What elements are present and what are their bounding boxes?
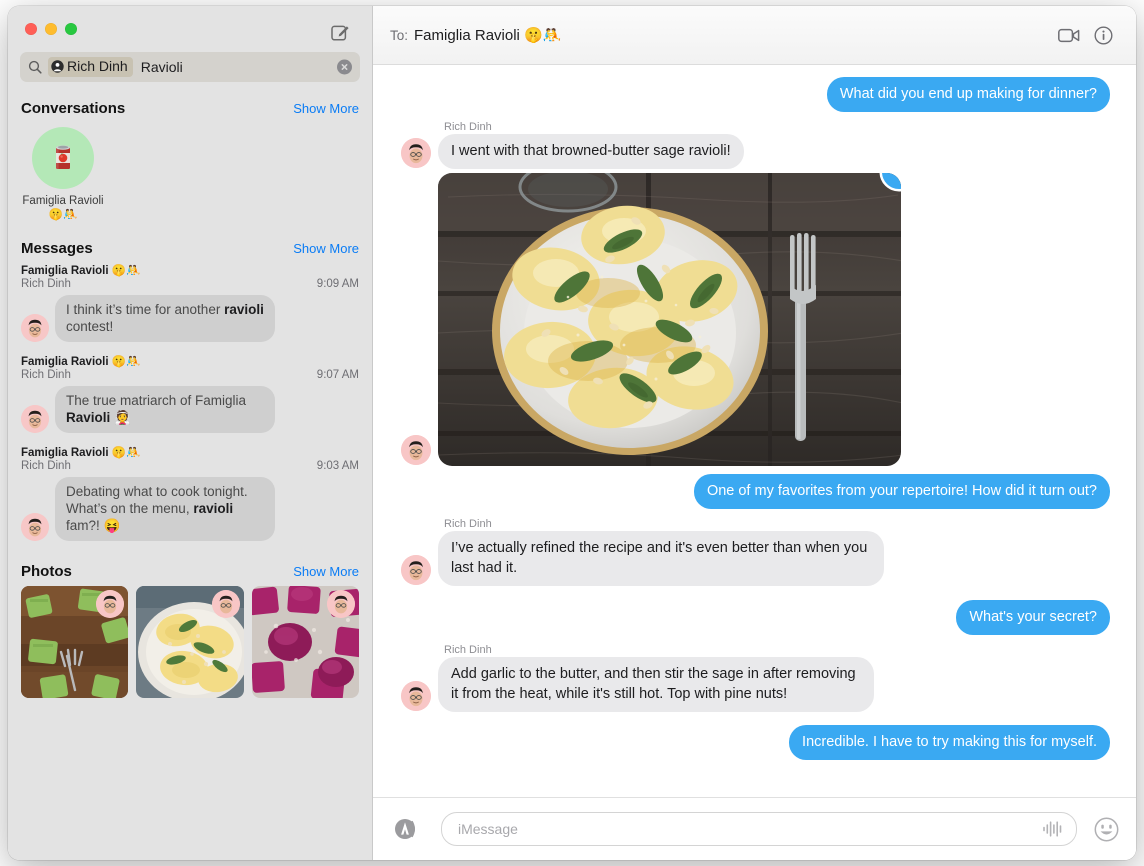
video-camera-icon[interactable] [1052,20,1086,50]
message-row-outgoing: What's your secret? [387,600,1114,635]
message-bubble-outgoing[interactable]: One of my favorites from your repertoire… [693,474,1115,509]
avatar [401,681,431,711]
photos-list [8,586,372,698]
clear-icon[interactable] [337,59,352,75]
traffic-lights [25,23,77,35]
message-row-incoming: Add garlic to the butter, and then stir … [387,657,1110,712]
message-result-sender: Rich Dinh [21,460,71,472]
message-row-image [387,173,1110,466]
avatar [21,513,49,541]
message-bubble-incoming[interactable]: I went with that browned-butter sage rav… [434,134,744,169]
message-bubble-incoming[interactable]: Add garlic to the butter, and then stir … [434,657,874,712]
messages-title: Messages [21,240,93,257]
avatar [401,555,431,585]
message-result-time: 9:07 AM [316,369,359,381]
photos-section-header: Photos Show More [8,563,372,580]
message-composer: iMessage [373,797,1136,860]
message-result-text: Debating what to cook tonight. What’s on… [52,477,275,541]
search-query-text: Ravioli [140,59,183,75]
photos-title: Photos [21,563,72,580]
compose-icon[interactable] [326,18,354,46]
recipient-name[interactable]: Famiglia Ravioli 🤫🤼 [414,26,561,44]
conversations-list: Famiglia Ravioli 🤫🤼 [8,123,372,222]
conversation-pane: To: Famiglia Ravioli 🤫🤼 What did you end… [373,6,1136,860]
emoji-smiley-icon[interactable] [1093,816,1120,843]
avatar [21,314,49,342]
message-row-incoming: I went with that browned-butter sage rav… [387,134,1110,169]
messages-section-header: Messages Show More [8,240,372,257]
message-result-sender: Rich Dinh [21,278,71,290]
person-icon [51,60,64,73]
message-result-time: 9:03 AM [316,460,359,472]
to-label: To: [390,27,409,43]
photo-thumbnail[interactable] [21,586,129,698]
close-button[interactable] [25,23,37,35]
conversations-show-more[interactable]: Show More [293,101,359,116]
message-bubble-incoming[interactable]: I’ve actually refined the recipe and it'… [434,531,884,586]
imessage-placeholder: iMessage [458,821,518,837]
message-sender-name: Rich Dinh [444,121,492,133]
conversation-item-label: Famiglia Ravioli 🤫🤼 [22,195,104,221]
photo-thumbnail[interactable] [136,586,244,698]
message-result-chat: Famiglia Ravioli 🤫🤼 [21,356,141,368]
message-result-text: The true matriarch of Famiglia Ravioli 👰 [52,386,275,433]
photo-sender-badge [326,590,355,618]
message-result-chat: Famiglia Ravioli 🤫🤼 [21,265,141,277]
search-token-person[interactable]: Rich Dinh [48,57,133,77]
conversations-section-header: Conversations Show More [8,100,372,117]
audio-waveform-icon[interactable] [1042,820,1064,838]
message-row-outgoing: What did you end up making for dinner? [387,77,1115,112]
message-result-chat: Famiglia Ravioli 🤫🤼 [21,447,141,459]
message-row-outgoing: Incredible. I have to try making this fo… [387,725,1114,760]
canned-tomato-icon [56,145,70,169]
conversation-item-famiglia-ravioli[interactable]: Famiglia Ravioli 🤫🤼 [21,127,105,222]
photo-thumbnail[interactable] [251,586,359,698]
avatar [401,138,431,168]
search-icon [28,60,42,74]
zoom-button[interactable] [65,23,77,35]
info-icon[interactable] [1086,20,1120,50]
messages-window: Rich Dinh Ravioli Conversations Show Mor… [8,6,1136,860]
imessage-input[interactable]: iMessage [441,812,1077,846]
message-thread[interactable]: What did you end up making for dinner? R… [373,65,1136,797]
search-token-label: Rich Dinh [67,58,128,74]
message-bubble-outgoing[interactable]: What did you end up making for dinner? [826,77,1115,112]
avatar [21,405,49,433]
message-result-text: I think it’s time for another ravioli co… [52,295,275,342]
message-bubble-outgoing[interactable]: Incredible. I have to try making this fo… [789,725,1114,760]
message-row-incoming: I’ve actually refined the recipe and it'… [387,531,1110,586]
photos-show-more[interactable]: Show More [293,564,359,579]
conversations-title: Conversations [21,100,126,117]
minimize-button[interactable] [45,23,57,35]
message-result-sender: Rich Dinh [21,369,71,381]
message-row-outgoing: One of my favorites from your repertoire… [387,474,1115,509]
app-store-icon[interactable] [393,816,419,842]
message-results-list: Famiglia Ravioli 🤫🤼 Rich Dinh 9:09 AM I … [8,263,372,541]
message-sender-name: Rich Dinh [444,644,492,656]
message-result-item[interactable]: Famiglia Ravioli 🤫🤼 Rich Dinh 9:07 AM Th… [8,354,372,433]
message-bubble-outgoing[interactable]: What's your secret? [956,600,1114,635]
message-sender-name: Rich Dinh [444,518,492,530]
sidebar: Rich Dinh Ravioli Conversations Show Mor… [8,6,373,860]
message-result-time: 9:09 AM [316,278,359,290]
messages-show-more[interactable]: Show More [293,241,359,256]
avatar [401,435,431,465]
photo-sender-badge [211,590,240,618]
conversation-header: To: Famiglia Ravioli 🤫🤼 [373,6,1136,65]
heart-icon [892,173,901,179]
message-image-attachment[interactable] [438,173,901,466]
conversation-avatar [32,127,94,189]
message-result-item[interactable]: Famiglia Ravioli 🤫🤼 Rich Dinh 9:03 AM De… [8,445,372,541]
sidebar-titlebar [8,6,372,52]
search-input[interactable]: Rich Dinh Ravioli [20,52,360,82]
message-result-item[interactable]: Famiglia Ravioli 🤫🤼 Rich Dinh 9:09 AM I … [8,263,372,342]
